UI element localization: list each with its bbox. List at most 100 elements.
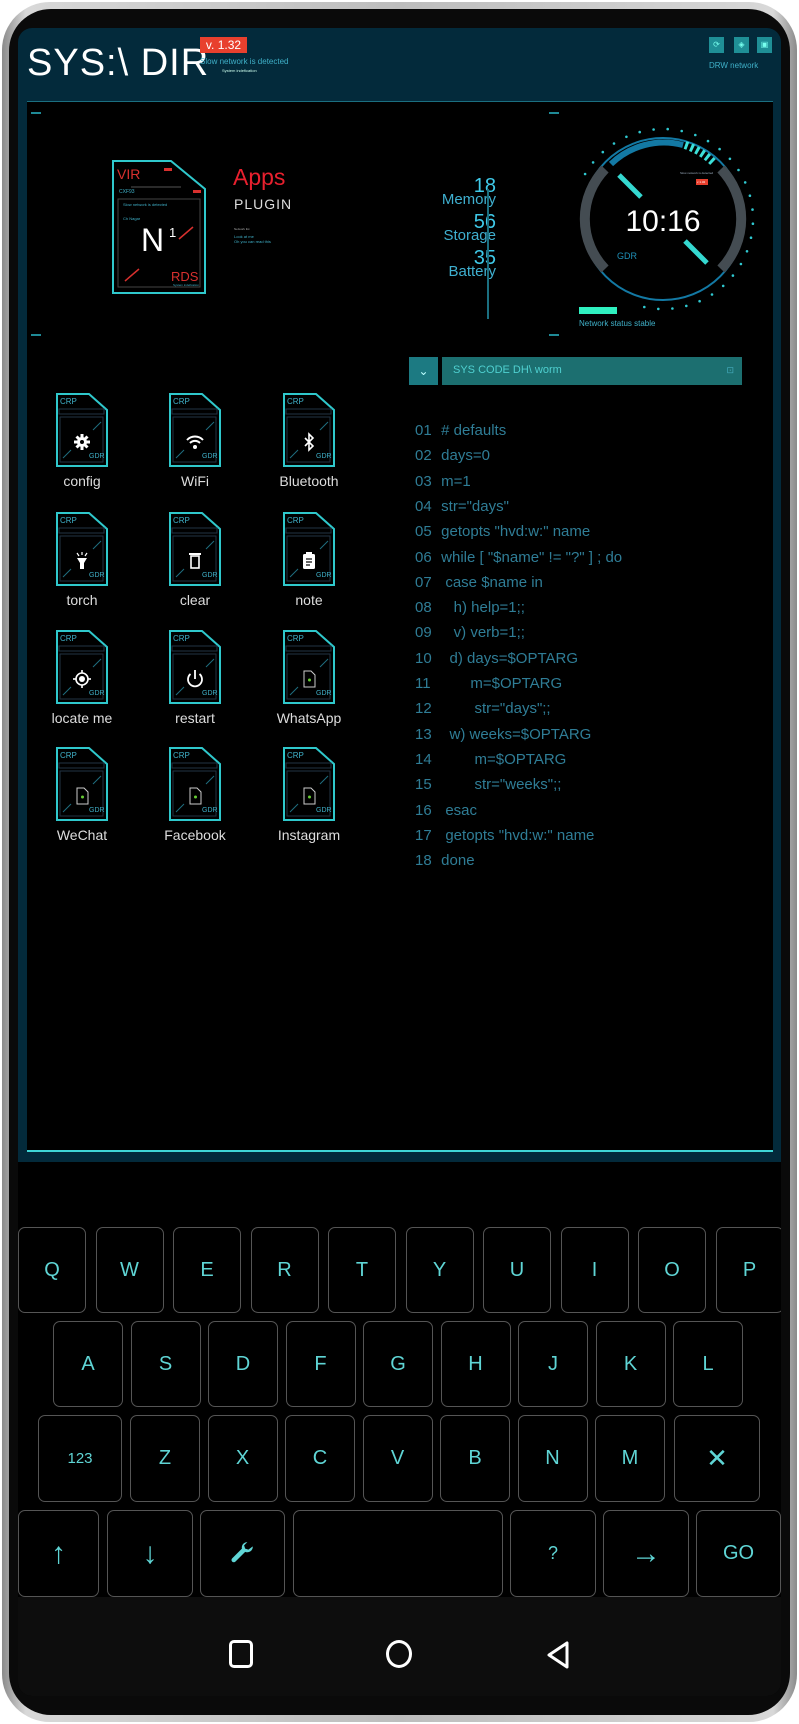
key-k[interactable]: K — [595, 1321, 666, 1407]
key-label: C — [312, 1447, 328, 1469]
key-label: Z — [158, 1447, 172, 1469]
key-label: I — [591, 1258, 598, 1281]
key-arrow-right[interactable]: → — [603, 1510, 689, 1597]
svg-text:Slow network is detected: Slow network is detected — [680, 171, 714, 175]
key-arrow-down[interactable]: ↓ — [107, 1510, 193, 1597]
app-card-icon: CRP GDR — [283, 512, 335, 586]
key-s[interactable]: S — [130, 1321, 201, 1407]
key-j[interactable]: J — [518, 1321, 588, 1407]
key-n[interactable]: N — [517, 1415, 588, 1502]
code-line: 03 m=1 — [415, 469, 471, 494]
key-h[interactable]: H — [440, 1321, 511, 1407]
recents-icon[interactable] — [229, 1640, 253, 1668]
app-wechat[interactable]: CRP GDR WeChat — [22, 746, 142, 843]
svg-text:GDR: GDR — [89, 807, 105, 814]
clock-dot — [698, 299, 701, 303]
key-123[interactable]: 123 — [38, 1415, 122, 1502]
key-label: W — [120, 1258, 139, 1281]
key-label: N — [545, 1447, 560, 1469]
screen: SYS:\ DIR v. 1.32 Slow network is detect… — [18, 28, 781, 1696]
key-q[interactable]: Q — [18, 1227, 86, 1313]
line-number: 04 — [415, 497, 432, 515]
key-l[interactable]: L — [673, 1321, 743, 1407]
key-t[interactable]: T — [328, 1227, 396, 1313]
code-line: 08 h) help=1;; — [415, 595, 525, 620]
app-card-icon: CRP GDR — [56, 393, 108, 467]
app-card-icon: CRP GDR — [169, 512, 221, 586]
key-delete[interactable]: ✕ — [674, 1415, 760, 1502]
key-w[interactable]: W — [95, 1227, 164, 1313]
svg-text:CRP: CRP — [173, 634, 190, 643]
key-v[interactable]: V — [362, 1415, 433, 1502]
app-label: WhatsApp — [276, 710, 342, 726]
key-a[interactable]: A — [53, 1321, 123, 1407]
app-locate-me[interactable]: CRP GDR locate me — [22, 629, 142, 726]
app-wifi[interactable]: CRP GDR WiFi — [135, 392, 255, 489]
plugin-subtitle: PLUGIN — [234, 196, 293, 212]
key-y[interactable]: Y — [405, 1227, 474, 1313]
back-icon[interactable] — [545, 1640, 571, 1670]
key-z[interactable]: Z — [130, 1415, 200, 1502]
code-line: 10 d) days=$OPTARG — [415, 646, 578, 671]
plugin-card[interactable]: VIR CXF93 Slow network is detected Ch Na… — [111, 159, 207, 295]
app-note[interactable]: CRP GDR note — [249, 511, 369, 608]
key-p[interactable]: P — [715, 1227, 781, 1313]
key-g[interactable]: G — [363, 1321, 433, 1407]
key-x[interactable]: X — [207, 1415, 278, 1502]
app-restart[interactable]: CRP GDR restart — [135, 629, 255, 726]
app-config[interactable]: CRP GDR config — [22, 392, 142, 489]
app-bluetooth[interactable]: CRP GDR Bluetooth — [249, 392, 369, 489]
screen-icon[interactable]: ▣ — [757, 37, 772, 53]
close-icon[interactable]: ⊡ — [726, 365, 734, 376]
key-label: Y — [432, 1258, 447, 1281]
key-label: A — [81, 1352, 95, 1375]
key-label: → — [631, 1536, 661, 1570]
key-shift-up[interactable]: ↑ — [18, 1510, 99, 1597]
code-line: 07 case $name in — [415, 570, 543, 595]
app-whatsapp[interactable]: CRP GDR WhatsApp — [249, 629, 369, 726]
key-e[interactable]: E — [173, 1227, 241, 1313]
key-b[interactable]: B — [440, 1415, 510, 1502]
sync-icon[interactable]: ⟳ — [709, 37, 724, 53]
network-icon[interactable]: ◈ — [734, 37, 749, 53]
app-label: locate me — [51, 710, 113, 726]
key-label: M — [621, 1447, 639, 1469]
svg-text:GDR: GDR — [202, 572, 218, 579]
app-clear[interactable]: CRP GDR clear — [135, 511, 255, 608]
line-text: d) days=$OPTARG — [441, 649, 579, 667]
svg-text:CRP: CRP — [173, 397, 190, 406]
line-text: getopts "hvd:w:" name — [441, 523, 591, 541]
chevron-down-icon[interactable]: ⌄ — [409, 357, 438, 385]
svg-text:CRP: CRP — [287, 751, 304, 760]
key-i[interactable]: I — [560, 1227, 629, 1313]
app-label: WiFi — [181, 473, 209, 489]
clock-dot — [751, 222, 755, 225]
key-go[interactable]: GO — [696, 1510, 781, 1597]
key-r[interactable]: R — [250, 1227, 319, 1313]
key-m[interactable]: M — [595, 1415, 665, 1502]
line-number: 12 — [415, 700, 432, 718]
system-info: System indefication — [222, 68, 257, 73]
key-f[interactable]: F — [285, 1321, 356, 1407]
line-text: # defaults — [441, 422, 507, 439]
app-facebook[interactable]: CRP GDR Facebook — [135, 746, 255, 843]
key-u[interactable]: U — [483, 1227, 551, 1313]
app-torch[interactable]: CRP GDR torch — [22, 511, 142, 608]
key-o[interactable]: O — [638, 1227, 706, 1313]
app-instagram[interactable]: CRP GDR Instagram — [249, 746, 369, 843]
line-number: 03 — [415, 472, 432, 490]
key-settings[interactable] — [200, 1510, 285, 1597]
clock-dot — [710, 293, 714, 296]
line-text: v) verb=1;; — [441, 624, 525, 642]
home-icon[interactable] — [386, 1640, 412, 1668]
key-c[interactable]: C — [285, 1415, 355, 1502]
key-label: H — [468, 1352, 483, 1375]
code-line: 05 getopts "hvd:w:" name — [415, 519, 590, 544]
line-number: 11 — [415, 675, 431, 692]
svg-text:CRP: CRP — [287, 634, 304, 643]
code-line: 12 str="days";; — [415, 696, 551, 721]
key-d[interactable]: D — [208, 1321, 278, 1407]
key-space[interactable] — [293, 1510, 503, 1597]
key-question[interactable]: ? — [510, 1510, 596, 1597]
code-line: 09 v) verb=1;; — [415, 620, 525, 645]
